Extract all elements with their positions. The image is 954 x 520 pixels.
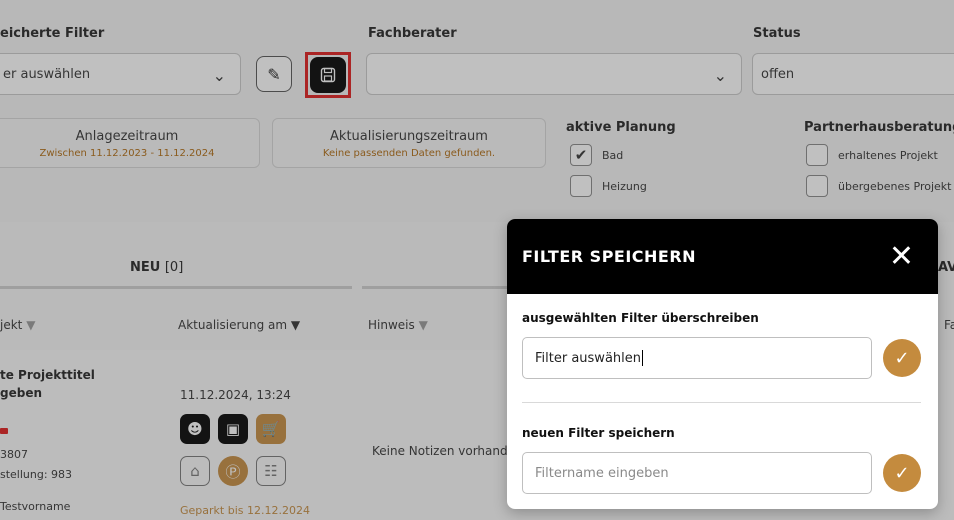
overwrite-label: ausgewählten Filter überschreiben	[522, 311, 759, 325]
overwrite-filter-input[interactable]: Filter auswählen	[522, 337, 872, 379]
check-icon: ✓	[894, 347, 910, 369]
new-filter-name-input[interactable]: Filtername eingeben	[522, 452, 872, 494]
close-icon[interactable]: ✕	[889, 241, 914, 272]
new-filter-placeholder: Filtername eingeben	[535, 465, 669, 481]
new-filter-label: neuen Filter speichern	[522, 426, 675, 440]
text-cursor	[642, 350, 643, 366]
check-icon: ✓	[894, 462, 910, 484]
modal-title: FILTER SPEICHERN	[522, 247, 697, 266]
modal-header: FILTER SPEICHERN ✕	[507, 219, 938, 294]
overwrite-filter-value: Filter auswählen	[535, 350, 641, 366]
divider	[522, 402, 921, 403]
confirm-overwrite-button[interactable]: ✓	[883, 339, 921, 377]
confirm-new-filter-button[interactable]: ✓	[883, 454, 921, 492]
save-filter-modal: FILTER SPEICHERN ✕ ausgewählten Filter ü…	[507, 219, 938, 509]
